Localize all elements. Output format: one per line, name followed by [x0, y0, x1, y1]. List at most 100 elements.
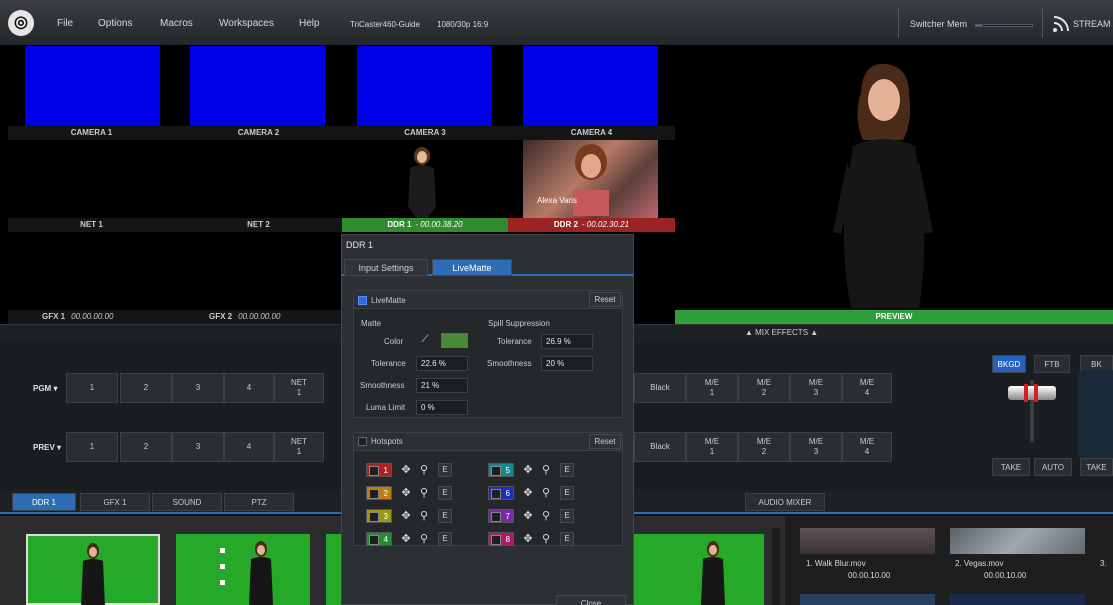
hotspot-1-toggle[interactable]: 1	[366, 463, 392, 477]
mix-effects-toggle[interactable]: ▲ MIX EFFECTS ▲	[745, 328, 818, 337]
pgm-row-label[interactable]: PGM ▾	[33, 384, 57, 393]
menu-help[interactable]: Help	[299, 18, 320, 29]
clip-thumb-4[interactable]	[800, 594, 935, 605]
take-button-2[interactable]: TAKE	[1080, 458, 1113, 476]
prev-button-me-4[interactable]: M/E 4	[842, 432, 892, 462]
tab-ddr-1[interactable]: DDR 1	[12, 493, 76, 511]
bkgd-button[interactable]: BKGD	[992, 355, 1026, 373]
prev-button-me-2[interactable]: M/E 2	[738, 432, 790, 462]
prev-button-black[interactable]: Black	[634, 432, 686, 462]
prev-button-me-3[interactable]: M/E 3	[790, 432, 842, 462]
hotspots-checkbox[interactable]	[358, 437, 367, 446]
auto-button[interactable]: AUTO	[1034, 458, 1072, 476]
camera-3-monitor[interactable]	[357, 46, 492, 126]
move-icon[interactable]: ✥	[521, 532, 535, 546]
zoom-icon[interactable]: ⚲	[417, 509, 431, 523]
hotspot-8-edit-button[interactable]: E	[560, 532, 574, 546]
hotspot-3-toggle[interactable]: 3	[366, 509, 392, 523]
tab-sound[interactable]: SOUND	[152, 493, 222, 511]
stream-icon[interactable]	[1052, 15, 1070, 33]
clip-thumb-2[interactable]	[950, 528, 1085, 554]
menu-macros[interactable]: Macros	[160, 18, 193, 29]
ddr-1-monitor[interactable]	[342, 140, 508, 218]
clip-thumb-5[interactable]	[950, 594, 1085, 605]
prev-button-net-1[interactable]: NET 1	[274, 432, 324, 462]
move-icon[interactable]: ✥	[521, 486, 535, 500]
prev-button-4[interactable]: 4	[224, 432, 274, 462]
hotspot-3-edit-button[interactable]: E	[438, 509, 452, 523]
prev-button-3[interactable]: 3	[172, 432, 224, 462]
smoothness-field[interactable]: 21 %	[416, 378, 468, 393]
pgm-button-me-3[interactable]: M/E 3	[790, 373, 842, 403]
zoom-icon[interactable]: ⚲	[417, 463, 431, 477]
zoom-icon[interactable]: ⚲	[539, 463, 553, 477]
playlist-scrollbar[interactable]	[772, 528, 780, 605]
playlist-thumb-1[interactable]	[26, 534, 160, 605]
pgm-button-black[interactable]: Black	[634, 373, 686, 403]
move-icon[interactable]: ✥	[399, 509, 413, 523]
hotspot-6-toggle[interactable]: 6	[488, 486, 514, 500]
preview-monitor[interactable]	[675, 46, 1113, 310]
playlist-thumb-2[interactable]	[176, 534, 310, 605]
prev-button-1[interactable]: 1	[66, 432, 118, 462]
pgm-button-me-4[interactable]: M/E 4	[842, 373, 892, 403]
hotspot-4-toggle[interactable]: 4	[366, 532, 392, 546]
tab-livematte[interactable]: LiveMatte	[432, 259, 512, 276]
spill-tolerance-field[interactable]: 26.9 %	[541, 334, 593, 349]
zoom-icon[interactable]: ⚲	[417, 532, 431, 546]
camera-2-monitor[interactable]	[190, 46, 325, 126]
hotspot-2-toggle[interactable]: 2	[366, 486, 392, 500]
spill-smoothness-field[interactable]: 20 %	[541, 356, 593, 371]
hotspot-5-toggle[interactable]: 5	[488, 463, 514, 477]
prev-button-2[interactable]: 2	[120, 432, 172, 462]
pgm-button-net-1[interactable]: NET 1	[274, 373, 324, 403]
hotspot-8-toggle[interactable]: 8	[488, 532, 514, 546]
pgm-button-me-2[interactable]: M/E 2	[738, 373, 790, 403]
menu-file[interactable]: File	[57, 18, 73, 29]
tolerance-field[interactable]: 22.6 %	[416, 356, 468, 371]
transition-thumbnail[interactable]	[1078, 370, 1113, 458]
hotspot-7-toggle[interactable]: 7	[488, 509, 514, 523]
t-bar-handle[interactable]	[1008, 386, 1056, 400]
pgm-button-3[interactable]: 3	[172, 373, 224, 403]
playlist-thumb-4[interactable]	[634, 534, 764, 605]
zoom-icon[interactable]: ⚲	[539, 509, 553, 523]
tab-ptz[interactable]: PTZ	[224, 493, 294, 511]
ddr-2-monitor[interactable]: Alexa Varis	[523, 140, 658, 218]
move-icon[interactable]: ✥	[521, 463, 535, 477]
ftb-button[interactable]: FTB	[1034, 355, 1070, 373]
tab-gfx-1[interactable]: GFX 1	[80, 493, 150, 511]
camera-4-monitor[interactable]	[523, 46, 658, 126]
close-button[interactable]: Close	[556, 595, 626, 605]
prev-button-me-1[interactable]: M/E 1	[686, 432, 738, 462]
move-icon[interactable]: ✥	[399, 486, 413, 500]
eyedropper-icon[interactable]: ⟋	[412, 334, 438, 348]
hotspot-7-edit-button[interactable]: E	[560, 509, 574, 523]
hotspot-6-edit-button[interactable]: E	[560, 486, 574, 500]
hotspot-5-edit-button[interactable]: E	[560, 463, 574, 477]
livematte-checkbox[interactable]	[358, 296, 367, 305]
matte-color-swatch[interactable]	[441, 333, 468, 348]
hotspots-reset-button[interactable]: Reset	[589, 434, 621, 449]
menu-options[interactable]: Options	[98, 18, 132, 29]
zoom-icon[interactable]: ⚲	[417, 486, 431, 500]
tab-input-settings[interactable]: Input Settings	[344, 259, 428, 276]
zoom-icon[interactable]: ⚲	[539, 486, 553, 500]
prev-row-label[interactable]: PREV ▾	[33, 443, 61, 452]
pgm-button-1[interactable]: 1	[66, 373, 118, 403]
livematte-reset-button[interactable]: Reset	[589, 292, 621, 307]
move-icon[interactable]: ✥	[399, 532, 413, 546]
move-icon[interactable]: ✥	[399, 463, 413, 477]
take-button[interactable]: TAKE	[992, 458, 1030, 476]
menu-workspaces[interactable]: Workspaces	[219, 18, 274, 29]
hotspot-2-edit-button[interactable]: E	[438, 486, 452, 500]
pgm-button-me-1[interactable]: M/E 1	[686, 373, 738, 403]
playlist-thumb-3[interactable]	[326, 534, 341, 605]
hotspot-4-edit-button[interactable]: E	[438, 532, 452, 546]
clip-thumb-1[interactable]	[800, 528, 935, 554]
camera-1-monitor[interactable]	[25, 46, 160, 126]
tab-audio-mixer[interactable]: AUDIO MIXER	[745, 493, 825, 511]
stream-button-label[interactable]: STREAM	[1073, 19, 1111, 29]
pgm-button-2[interactable]: 2	[120, 373, 172, 403]
zoom-icon[interactable]: ⚲	[539, 532, 553, 546]
